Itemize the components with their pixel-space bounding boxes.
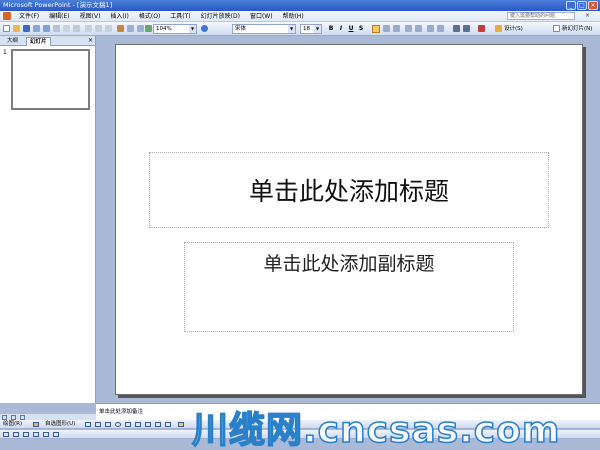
select-objects-icon[interactable] [33, 422, 39, 427]
tab-outline[interactable]: 大纲 [4, 37, 21, 46]
watermark: 川缆网.cncsas.com [191, 410, 561, 450]
align-icon[interactable] [3, 432, 9, 437]
paste-icon[interactable] [105, 25, 112, 32]
save-icon[interactable] [23, 25, 30, 32]
draw-menu-button[interactable]: 绘图(R) [3, 420, 22, 429]
menu-insert[interactable]: 插入(I) [105, 11, 133, 22]
increase-indent-icon[interactable] [437, 25, 444, 32]
wordart-icon[interactable] [135, 422, 141, 427]
slides-pane: 大纲 幻灯片 × 1 [0, 36, 96, 403]
slide-number: 1 [3, 49, 7, 56]
design-button[interactable]: 设计(S) [504, 25, 523, 33]
order-icon[interactable] [23, 432, 29, 437]
pane-tabs: 大纲 幻灯片 × [0, 36, 95, 46]
textbox-icon[interactable] [125, 422, 131, 427]
powerpoint-icon[interactable] [3, 12, 11, 20]
print-preview-icon[interactable] [63, 25, 70, 32]
dash-style-icon[interactable] [53, 432, 59, 437]
align-right-icon[interactable] [393, 25, 400, 32]
zoom-dropdown-icon[interactable]: ▼ [189, 25, 196, 33]
format-painter-icon[interactable] [117, 25, 124, 32]
redo-icon[interactable] [137, 25, 144, 32]
email-icon[interactable] [43, 25, 50, 32]
menu-file[interactable]: 文件(F) [14, 11, 44, 22]
line-icon[interactable] [85, 422, 91, 427]
slide-editing-area: 单击此处添加标题 单击此处添加副标题 [96, 36, 600, 403]
toolbar: 104% ▼ 宋体 ▼ 18 ▼ B I U S 设计(S) 新幻灯片(N) [0, 22, 600, 36]
font-name-dropdown-icon[interactable]: ▼ [288, 25, 295, 33]
help-icon[interactable] [201, 25, 208, 32]
rotate-icon[interactable] [33, 432, 39, 437]
line-style-icon[interactable] [43, 432, 49, 437]
undo-icon[interactable] [127, 25, 134, 32]
menu-window[interactable]: 窗口(W) [245, 11, 278, 22]
oval-icon[interactable] [115, 422, 121, 427]
font-name-value: 宋体 [235, 26, 247, 32]
close-button[interactable]: × [588, 1, 598, 10]
subtitle-placeholder[interactable]: 单击此处添加副标题 [184, 242, 514, 332]
italic-button[interactable]: I [337, 25, 345, 33]
window-controls: _ □ × [566, 1, 598, 10]
maximize-button[interactable]: □ [577, 1, 587, 10]
align-left-button[interactable] [372, 25, 380, 33]
design-icon[interactable] [495, 25, 502, 32]
insert-chart-icon[interactable] [145, 25, 152, 32]
zoom-value: 104% [156, 26, 172, 32]
increase-font-icon[interactable] [453, 25, 460, 32]
align-center-icon[interactable] [383, 25, 390, 32]
font-size-dropdown-icon[interactable]: ▼ [314, 25, 321, 33]
group-icon[interactable] [13, 432, 19, 437]
rectangle-icon[interactable] [105, 422, 111, 427]
autoshapes-button[interactable]: 自选图形(U) [45, 420, 75, 429]
cut-icon[interactable] [85, 25, 92, 32]
spelling-icon[interactable] [73, 25, 80, 32]
shadow-button[interactable]: S [357, 25, 365, 33]
notes-placeholder: 单击此处添加备注 [99, 409, 144, 415]
menu-slideshow[interactable]: 幻灯片放映(D) [196, 11, 245, 22]
tab-slides[interactable]: 幻灯片 [26, 37, 51, 46]
clipart-icon[interactable] [155, 422, 161, 427]
print-icon[interactable] [53, 25, 60, 32]
menu-view[interactable]: 视图(V) [75, 11, 106, 22]
copy-icon[interactable] [95, 25, 102, 32]
numbering-icon[interactable] [405, 25, 412, 32]
permission-icon[interactable] [33, 25, 40, 32]
slide-canvas[interactable]: 单击此处添加标题 单击此处添加副标题 [115, 44, 583, 395]
underline-button[interactable]: U [347, 25, 355, 33]
decrease-font-icon[interactable] [463, 25, 470, 32]
font-size-select[interactable]: 18 ▼ [300, 24, 322, 34]
slide-thumbnail[interactable] [11, 49, 90, 110]
new-slide-button[interactable]: 新幻灯片(N) [562, 25, 592, 33]
decrease-indent-icon[interactable] [427, 25, 434, 32]
bold-button[interactable]: B [327, 25, 335, 33]
new-slide-icon[interactable] [553, 25, 560, 32]
font-size-value: 18 [303, 26, 310, 32]
font-color-icon[interactable] [478, 25, 485, 32]
help-search-input[interactable]: 键入需要帮助的问题 [507, 12, 575, 20]
font-name-select[interactable]: 宋体 ▼ [232, 24, 296, 34]
close-pane-icon[interactable]: × [88, 37, 93, 45]
new-icon[interactable] [3, 25, 10, 32]
arrow-icon[interactable] [95, 422, 101, 427]
diagram-icon[interactable] [145, 422, 151, 427]
menu-help[interactable]: 帮助(H) [278, 11, 309, 22]
window-title: Microsoft PowerPoint - [演示文稿1] [3, 1, 113, 9]
open-icon[interactable] [13, 25, 20, 32]
title-placeholder[interactable]: 单击此处添加标题 [149, 152, 549, 228]
document-close-button[interactable]: × [585, 13, 590, 19]
bullets-icon[interactable] [415, 25, 422, 32]
minimize-button[interactable]: _ [566, 1, 576, 10]
title-bar: Microsoft PowerPoint - [演示文稿1] _ □ × [0, 0, 600, 11]
menu-edit[interactable]: 编辑(E) [44, 11, 74, 22]
menu-format[interactable]: 格式(O) [134, 11, 165, 22]
fill-color-icon[interactable] [178, 422, 184, 427]
picture-icon[interactable] [165, 422, 171, 427]
zoom-select[interactable]: 104% ▼ [153, 24, 197, 34]
menu-tools[interactable]: 工具(T) [165, 11, 195, 22]
